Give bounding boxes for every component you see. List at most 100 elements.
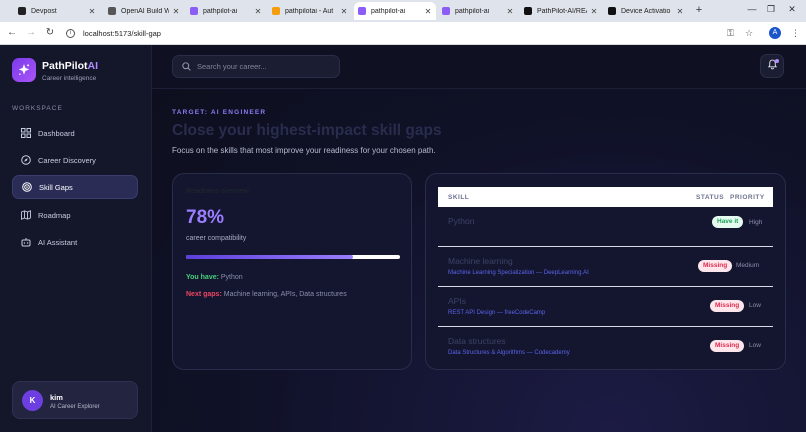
- sidebar-item-roadmap[interactable]: Roadmap: [12, 203, 138, 227]
- browser-tab-label: Device Activatio: [621, 7, 671, 15]
- readiness-caption: career compatibility: [186, 235, 247, 242]
- avatar: K: [22, 390, 43, 411]
- notification-dot: [775, 59, 779, 63]
- close-tab-icon[interactable]: ✕: [172, 7, 180, 16]
- sidebar-section-label: WORKSPACE: [12, 105, 63, 112]
- sidebar-item-dashboard[interactable]: Dashboard: [12, 121, 138, 145]
- status-badge: Have it: [712, 216, 744, 228]
- notifications-button[interactable]: [760, 54, 784, 78]
- close-tab-icon[interactable]: ✕: [254, 7, 262, 16]
- minimize-icon[interactable]: —: [746, 4, 758, 14]
- brand-tagline: Career intelligence: [42, 75, 97, 82]
- header-status: STATUS: [696, 193, 725, 201]
- status-badge: Missing: [710, 340, 745, 352]
- browser-tab-label: pathpilot-ai: [203, 7, 238, 15]
- browser-tab[interactable]: pathpilotai - Aut ✕: [268, 2, 352, 20]
- sidebar-item-label: Skill Gaps: [39, 182, 73, 192]
- skills-have-line: You have: Python: [186, 274, 243, 281]
- resource-link[interactable]: REST API Design — freeCodeCamp: [448, 310, 545, 316]
- readiness-progress-bar: [186, 255, 400, 259]
- devpost-icon: [18, 7, 26, 15]
- browser-tab[interactable]: Device Activatio ✕: [604, 2, 688, 20]
- url-field[interactable]: i localhost:5173/skill-gap: [66, 25, 716, 42]
- sidebar-item-label: Roadmap: [38, 210, 71, 220]
- browser-tab[interactable]: pathpilot-ai ✕: [354, 2, 436, 20]
- browser-tab-label: pathpilotai - Aut: [285, 7, 334, 15]
- browser-tab[interactable]: Devpost ✕: [14, 2, 100, 20]
- status-badge: Missing: [698, 260, 733, 272]
- browser-tab-label: pathpilot-ai: [371, 7, 406, 15]
- readiness-progress-fill: [186, 255, 353, 259]
- github-icon: [524, 7, 532, 15]
- close-tab-icon[interactable]: ✕: [506, 7, 514, 16]
- user-name: kim: [50, 393, 63, 402]
- search-box[interactable]: [172, 55, 340, 78]
- target-eyebrow: TARGET: AI ENGINEER: [172, 109, 267, 116]
- top-bar: [152, 45, 806, 89]
- reload-icon[interactable]: ↻: [44, 27, 56, 38]
- sidebar: PathPilotAI Career intelligence WORKSPAC…: [0, 45, 152, 432]
- table-header: SKILL STATUS PRIORITY: [438, 187, 773, 207]
- close-tab-icon[interactable]: ✕: [88, 7, 96, 16]
- sidebar-item-ai-assistant[interactable]: AI Assistant: [12, 230, 138, 254]
- close-tab-icon[interactable]: ✕: [424, 7, 432, 16]
- site-info-icon[interactable]: i: [66, 29, 75, 38]
- user-role: AI Career Explorer: [50, 404, 100, 410]
- close-window-icon[interactable]: ✕: [786, 4, 798, 15]
- close-tab-icon[interactable]: ✕: [676, 7, 684, 16]
- browser-tab-label: Devpost: [31, 7, 57, 15]
- table-row[interactable]: APIs REST API Design — freeCodeCamp Miss…: [438, 287, 773, 327]
- vite-icon: [442, 7, 450, 15]
- browser-tab-label: PathPilot-AI/REA: [537, 7, 587, 15]
- url-text: localhost:5173/skill-gap: [83, 29, 161, 38]
- table-row[interactable]: Python Have it High: [438, 207, 773, 247]
- priority-label: Medium: [736, 262, 760, 269]
- github-icon: [608, 7, 616, 15]
- skill-name: Machine learning: [448, 256, 513, 266]
- user-profile-card[interactable]: K kim AI Career Explorer: [12, 381, 138, 419]
- browser-profile-avatar[interactable]: A: [769, 27, 781, 39]
- next-gaps-line: Next gaps: Machine learning, APIs, Data …: [186, 291, 347, 298]
- sidebar-item-label: Dashboard: [38, 128, 75, 138]
- bookmark-star-icon[interactable]: ☆: [745, 28, 753, 39]
- skill-name: Python: [448, 216, 475, 226]
- sidebar-item-career-discovery[interactable]: Career Discovery: [12, 148, 138, 172]
- robot-icon: [21, 237, 31, 247]
- close-tab-icon[interactable]: ✕: [340, 7, 348, 16]
- browser-address-bar: ← → ↻ i localhost:5173/skill-gap ⚿ ☆ A ⋮: [0, 22, 806, 45]
- priority-label: Low: [749, 342, 761, 349]
- compass-icon: [21, 155, 31, 165]
- brand-logo-icon[interactable]: [12, 58, 36, 82]
- browser-menu-icon[interactable]: ⋮: [791, 28, 800, 39]
- vite-icon: [358, 7, 366, 15]
- browser-tab[interactable]: pathpilot-ai ✕: [186, 2, 266, 20]
- map-icon: [21, 210, 31, 220]
- browser-tab-label: OpenAI Build W: [121, 7, 169, 15]
- page-title: Close your highest-impact skill gaps: [172, 122, 442, 139]
- resource-link[interactable]: Machine Learning Specialization — DeepLe…: [448, 270, 589, 276]
- skill-name: Data structures: [448, 336, 506, 346]
- skill-name: APIs: [448, 296, 466, 306]
- firebase-icon: [272, 7, 280, 15]
- table-row[interactable]: Data structures Data Structures & Algori…: [438, 327, 773, 367]
- vite-icon: [190, 7, 198, 15]
- browser-tab[interactable]: PathPilot-AI/REA ✕: [520, 2, 602, 20]
- browser-tab[interactable]: OpenAI Build W ✕: [104, 2, 184, 20]
- header-skill: SKILL: [448, 193, 470, 201]
- forward-icon[interactable]: →: [25, 27, 37, 38]
- resource-link[interactable]: Data Structures & Algorithms — Codecadem…: [448, 350, 570, 356]
- table-row[interactable]: Machine learning Machine Learning Specia…: [438, 247, 773, 287]
- openai-icon: [108, 7, 116, 15]
- sidebar-item-skill-gaps[interactable]: Skill Gaps: [12, 175, 138, 199]
- maximize-icon[interactable]: ❐: [765, 4, 777, 15]
- status-badge: Missing: [710, 300, 745, 312]
- skills-table-card: SKILL STATUS PRIORITY Python Have it Hig…: [425, 173, 786, 370]
- new-tab-icon[interactable]: +: [693, 4, 705, 16]
- close-tab-icon[interactable]: ✕: [590, 7, 598, 16]
- browser-tab[interactable]: pathpilot-ai ✕: [438, 2, 518, 20]
- password-key-icon[interactable]: ⚿: [727, 28, 734, 39]
- search-input[interactable]: [197, 62, 337, 71]
- back-icon[interactable]: ←: [6, 27, 18, 38]
- search-icon: [182, 58, 191, 76]
- browser-tab-bar: Devpost ✕ OpenAI Build W ✕ pathpilot-ai ✕ path…: [0, 0, 806, 22]
